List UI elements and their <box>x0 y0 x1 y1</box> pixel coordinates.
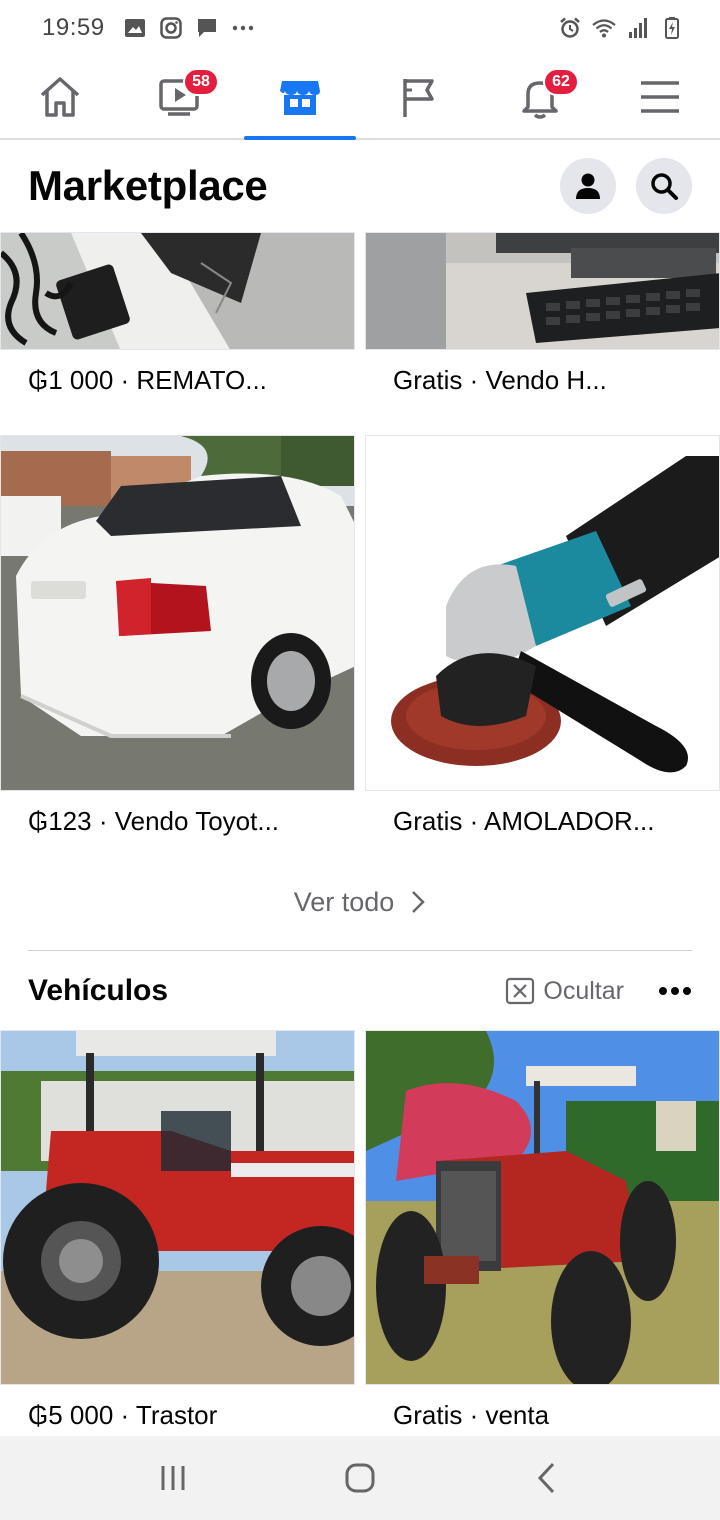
notifications-badge: 62 <box>543 68 579 96</box>
home-circle-icon[interactable] <box>340 1458 380 1498</box>
listing-caption: ₲1 000 · REMATO... <box>28 365 267 395</box>
search-button[interactable] <box>636 158 692 214</box>
battery-icon <box>665 17 679 39</box>
see-all-label: Ver todo <box>293 886 395 917</box>
top-navigation: 58 62 <box>0 56 720 140</box>
listing-photo <box>0 1030 355 1385</box>
listing-photo <box>0 232 355 350</box>
search-icon <box>651 173 678 200</box>
listing-caption: Gratis · venta <box>393 1400 550 1430</box>
hamburger-menu-icon <box>641 81 679 113</box>
tab-notifications[interactable]: 62 <box>480 56 600 138</box>
signal-icon <box>629 18 647 38</box>
red-tractor-photo <box>1 1031 354 1384</box>
tab-menu[interactable] <box>600 56 720 138</box>
chat-bubble-icon <box>197 19 216 37</box>
profile-button[interactable] <box>560 158 616 214</box>
instagram-icon <box>159 17 182 39</box>
see-all-link[interactable]: Ver todo <box>0 880 720 924</box>
hide-section-button[interactable]: Ocultar <box>505 977 624 1006</box>
status-right-icons <box>558 16 684 40</box>
alarm-icon <box>560 17 580 38</box>
gallery-icon <box>124 19 145 37</box>
listing-photo <box>365 232 720 350</box>
laptop-charger-photo <box>1 233 354 349</box>
listing-card[interactable] <box>365 435 720 791</box>
android-navigation-bar <box>0 1436 720 1520</box>
page-title: Marketplace <box>28 162 268 209</box>
home-icon <box>40 77 80 117</box>
more-dots-icon <box>232 25 253 31</box>
listing-caption: ₲123 · Vendo Toyot... <box>28 806 280 836</box>
wifi-icon <box>592 19 616 38</box>
marketplace-header: Marketplace <box>0 140 720 232</box>
hide-label: Ocultar <box>543 976 624 1005</box>
angle-grinder-photo <box>366 436 719 790</box>
tab-home[interactable] <box>0 56 120 138</box>
tab-watch[interactable]: 58 <box>120 56 240 138</box>
desktop-keyboard-photo <box>366 233 719 349</box>
white-sedan-photo <box>1 436 354 790</box>
header-actions <box>560 158 692 214</box>
listing-caption: Gratis · Vendo H... <box>393 365 607 395</box>
listing-card[interactable] <box>0 232 355 350</box>
tab-marketplace[interactable] <box>240 56 360 140</box>
close-box-icon <box>506 977 535 1005</box>
watch-badge: 58 <box>183 68 219 96</box>
marketplace-store-icon <box>280 81 320 115</box>
listing-card[interactable] <box>0 1030 355 1385</box>
section-divider <box>28 950 692 951</box>
listing-caption: ₲5 000 · Trastor <box>28 1400 218 1430</box>
listing-card[interactable] <box>365 232 720 350</box>
status-bar: 19:59 <box>0 0 720 56</box>
listing-photo <box>365 1030 720 1385</box>
more-horizontal-icon <box>659 987 691 995</box>
status-left-icons <box>123 16 255 40</box>
status-time: 19:59 <box>42 14 105 41</box>
section-title: Vehículos <box>28 974 169 1007</box>
recents-icon[interactable] <box>153 1458 193 1498</box>
tab-pages[interactable] <box>360 56 480 138</box>
chevron-right-icon <box>412 891 426 913</box>
listing-card[interactable] <box>365 1030 720 1385</box>
back-icon[interactable] <box>527 1458 567 1498</box>
flag-icon <box>403 79 434 117</box>
listing-caption: Gratis · AMOLADOR... <box>393 806 655 836</box>
more-options-button[interactable] <box>658 976 692 1006</box>
vehicles-section-header: Vehículos Ocultar <box>0 962 720 1020</box>
listing-card[interactable] <box>0 435 355 791</box>
tractor-field-photo <box>366 1031 719 1384</box>
listing-photo <box>0 435 355 791</box>
person-icon <box>576 173 600 199</box>
listing-photo <box>365 435 720 791</box>
